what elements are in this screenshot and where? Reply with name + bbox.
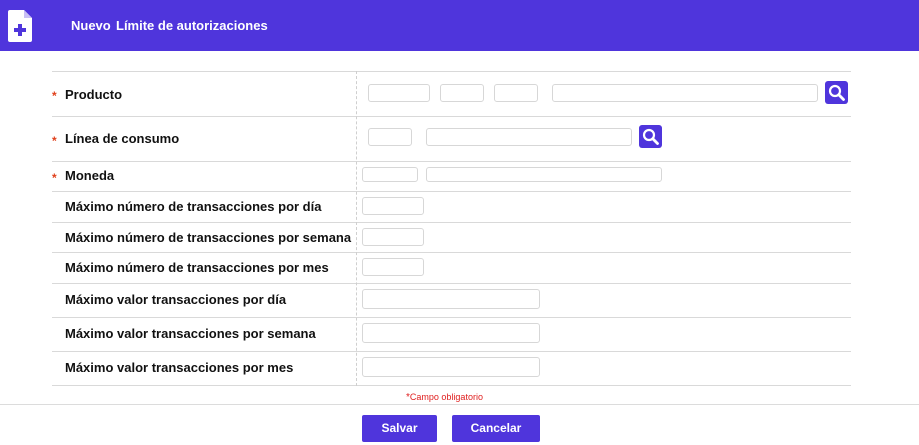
authorization-limit-form: * Producto * Línea de consumo * Moneda M… bbox=[52, 71, 851, 386]
producto-label: Producto bbox=[65, 87, 123, 102]
producto-search-button[interactable] bbox=[825, 81, 848, 104]
linea-consumo-code-input[interactable] bbox=[368, 128, 412, 146]
max-num-trans-semana-label: Máximo número de transacciones por seman… bbox=[65, 230, 352, 245]
moneda-code-input[interactable] bbox=[362, 167, 418, 182]
search-icon bbox=[642, 128, 659, 145]
max-num-trans-mes-input[interactable] bbox=[362, 258, 424, 276]
row-divider bbox=[52, 116, 851, 117]
row-divider bbox=[52, 385, 851, 386]
row-divider bbox=[52, 317, 851, 318]
row-divider bbox=[52, 252, 851, 253]
moneda-label: Moneda bbox=[65, 168, 115, 183]
save-button[interactable]: Salvar bbox=[362, 415, 437, 442]
max-valor-trans-mes-input[interactable] bbox=[362, 357, 540, 377]
max-num-trans-dia-input[interactable] bbox=[362, 197, 424, 215]
column-divider bbox=[356, 71, 357, 386]
max-valor-trans-mes-label: Máximo valor transacciones por mes bbox=[65, 360, 294, 375]
page-title: Límite de autorizaciones bbox=[116, 18, 268, 33]
max-num-trans-mes-label: Máximo número de transacciones por mes bbox=[65, 260, 329, 275]
required-marker: * bbox=[52, 171, 57, 185]
max-valor-trans-semana-label: Máximo valor transacciones por semana bbox=[65, 326, 316, 341]
add-document-icon bbox=[8, 10, 32, 42]
row-divider bbox=[52, 222, 851, 223]
moneda-description-input[interactable] bbox=[426, 167, 662, 182]
header-bar: Nuevo Límite de autorizaciones bbox=[0, 0, 919, 51]
row-divider bbox=[52, 191, 851, 192]
required-marker: * bbox=[52, 134, 57, 148]
search-icon bbox=[828, 84, 845, 101]
required-note-text: Campo obligatorio bbox=[409, 392, 483, 402]
row-divider bbox=[52, 161, 851, 162]
producto-code-1-input[interactable] bbox=[368, 84, 430, 102]
row-divider bbox=[52, 71, 851, 72]
footer-divider bbox=[0, 404, 919, 405]
max-valor-trans-dia-input[interactable] bbox=[362, 289, 540, 309]
producto-description-input[interactable] bbox=[552, 84, 818, 102]
header-prefix: Nuevo bbox=[71, 18, 111, 33]
producto-code-2-input[interactable] bbox=[440, 84, 484, 102]
linea-consumo-search-button[interactable] bbox=[639, 125, 662, 148]
linea-consumo-description-input[interactable] bbox=[426, 128, 632, 146]
producto-code-3-input[interactable] bbox=[494, 84, 538, 102]
cancel-button[interactable]: Cancelar bbox=[452, 415, 540, 442]
required-field-note: *Campo obligatorio bbox=[406, 392, 483, 403]
max-valor-trans-dia-label: Máximo valor transacciones por día bbox=[65, 292, 287, 307]
max-valor-trans-semana-input[interactable] bbox=[362, 323, 540, 343]
linea-consumo-label: Línea de consumo bbox=[65, 131, 180, 146]
max-num-trans-semana-input[interactable] bbox=[362, 228, 424, 246]
max-num-trans-dia-label: Máximo número de transacciones por día bbox=[65, 199, 322, 214]
row-divider bbox=[52, 351, 851, 352]
row-divider bbox=[52, 283, 851, 284]
required-marker: * bbox=[52, 89, 57, 103]
